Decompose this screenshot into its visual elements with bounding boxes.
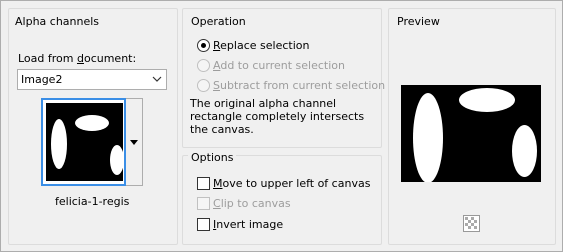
options-title: Options xyxy=(188,151,237,164)
load-from-document-label: Load from document: xyxy=(18,52,137,65)
clip-to-canvas-checkbox[interactable] xyxy=(197,197,210,210)
chevron-down-icon xyxy=(152,76,162,82)
preview-title: Preview xyxy=(394,15,443,28)
invert-image-label[interactable]: Invert image xyxy=(213,218,283,231)
replace-selection-radio[interactable] xyxy=(197,39,210,52)
caret-down-icon xyxy=(130,140,138,145)
thumbnail-dropdown-button[interactable] xyxy=(126,98,143,186)
preview-image xyxy=(401,85,541,182)
document-select[interactable]: Image2 xyxy=(17,69,167,90)
invert-image-checkbox[interactable] xyxy=(197,218,210,231)
alpha-channels-title: Alpha channels xyxy=(12,15,103,28)
checker-zoom-icon[interactable] xyxy=(463,215,480,232)
clip-to-canvas-label[interactable]: Clip to canvas xyxy=(213,197,291,210)
operation-description: The original alpha channel rectangle com… xyxy=(190,97,365,136)
subtract-from-selection-label[interactable]: Subtract from current selection xyxy=(213,79,385,92)
load-alpha-channel-dialog: Alpha channels Load from document: Image… xyxy=(0,0,563,252)
subtract-from-selection-radio[interactable] xyxy=(197,79,210,92)
add-to-selection-radio[interactable] xyxy=(197,59,210,72)
channel-name-label: felicia-1-regis xyxy=(55,195,130,208)
move-to-upper-left-checkbox[interactable] xyxy=(197,177,210,190)
add-to-selection-label[interactable]: Add to current selection xyxy=(213,59,345,72)
move-to-upper-left-label[interactable]: Move to upper left of canvas xyxy=(213,177,370,190)
channel-thumbnail[interactable] xyxy=(41,98,126,186)
channel-thumbnail-picker[interactable] xyxy=(41,98,143,186)
replace-selection-label[interactable]: Replace selection xyxy=(213,39,309,52)
operation-title: Operation xyxy=(188,15,249,28)
document-select-value: Image2 xyxy=(21,73,63,86)
channel-thumbnail-image xyxy=(46,103,123,181)
